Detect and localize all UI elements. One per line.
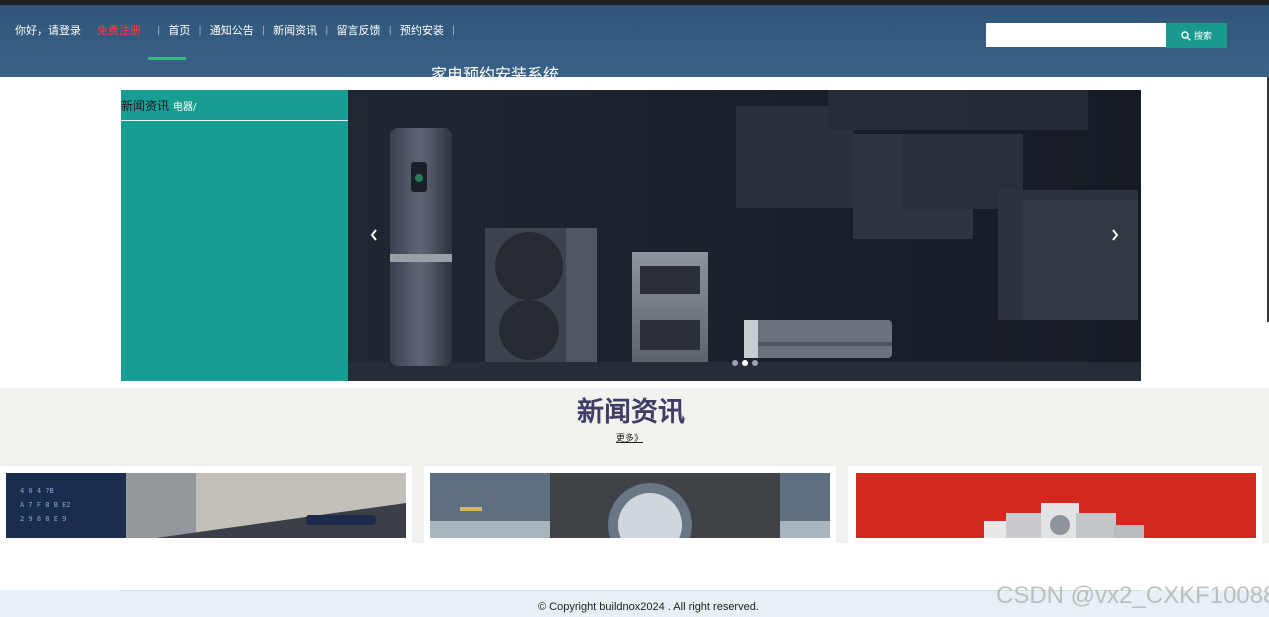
carousel-dot[interactable] xyxy=(742,360,748,366)
svg-text:A 7 F 8 B E2: A 7 F 8 B E2 xyxy=(20,501,71,509)
image-carousel[interactable] xyxy=(348,90,1141,381)
search-button[interactable]: 搜索 xyxy=(1166,23,1227,48)
news-card[interactable]: 4 0 4 ?B A 7 F 8 B E2 2 9 8 8 E 9 xyxy=(0,466,412,543)
category-subtitle[interactable]: 电器/ xyxy=(173,98,196,113)
category-header: 新闻资讯 电器/ xyxy=(121,90,348,121)
chevron-right-icon xyxy=(1112,229,1119,241)
nav-separator: | xyxy=(325,24,329,36)
nav-booking[interactable]: 预约安装 xyxy=(400,22,444,38)
login-link[interactable]: 你好，请登录 xyxy=(15,22,81,38)
news-card-image-laptop: 4 0 4 ?B A 7 F 8 B E2 2 9 8 8 E 9 xyxy=(6,473,406,538)
news-card[interactable] xyxy=(424,466,836,543)
header-bar: 你好，请登录 免费注册 | 首页 | 通知公告 | 新闻资讯 | 留言反馈 | … xyxy=(0,5,1269,84)
search-input[interactable] xyxy=(986,23,1166,47)
chevron-left-icon xyxy=(370,229,377,241)
register-link[interactable]: 免费注册 xyxy=(97,22,141,38)
search-button-label: 搜索 xyxy=(1193,32,1212,42)
nav-feedback[interactable]: 留言反馈 xyxy=(337,22,381,38)
carousel-dot[interactable] xyxy=(752,360,758,366)
carousel-dots xyxy=(730,360,760,366)
news-card-image-appliances xyxy=(856,473,1256,538)
nav-active-indicator xyxy=(148,57,186,60)
category-panel: 新闻资讯 电器/ xyxy=(121,90,348,381)
watermark-text: CSDN @vx2_CXKF10088 xyxy=(996,582,1269,609)
carousel-prev-button[interactable] xyxy=(363,224,385,246)
nav-news[interactable]: 新闻资讯 xyxy=(273,22,317,38)
category-title[interactable]: 新闻资讯 xyxy=(121,97,169,114)
nav-separator: | xyxy=(451,24,456,36)
search-icon xyxy=(1181,30,1191,41)
carousel-next-button[interactable] xyxy=(1104,224,1126,246)
svg-text:2 9 8 8 E 9: 2 9 8 8 E 9 xyxy=(20,515,66,523)
top-nav: 你好，请登录 免费注册 | 首页 | 通知公告 | 新闻资讯 | 留言反馈 | … xyxy=(15,22,463,38)
footer-divider xyxy=(121,590,1141,591)
nav-separator: | xyxy=(388,24,392,36)
nav-separator: | xyxy=(157,24,161,36)
appliances-banner-image xyxy=(348,90,1141,381)
site-title: 家电预约安装系统 xyxy=(431,65,560,84)
news-card-image-washer xyxy=(430,473,830,538)
svg-text:4 0 4 ?B: 4 0 4 ?B xyxy=(20,487,54,495)
more-link[interactable]: 更多》 xyxy=(616,431,643,444)
nav-home[interactable]: 首页 xyxy=(168,22,190,38)
nav-separator: | xyxy=(261,24,266,36)
news-section-title: 新闻资讯 xyxy=(577,397,685,428)
nav-separator: | xyxy=(198,24,202,36)
news-card[interactable] xyxy=(848,466,1262,543)
carousel-dot[interactable] xyxy=(732,360,738,366)
news-section: 新闻资讯 更多》 4 0 4 ?B A 7 F 8 B E2 2 9 8 8 E… xyxy=(0,388,1269,543)
copyright-text: © Copyright buildnox2024 . All right res… xyxy=(538,601,759,613)
nav-notices[interactable]: 通知公告 xyxy=(210,22,254,38)
banner-area: 新闻资讯 电器/ xyxy=(121,90,1141,381)
